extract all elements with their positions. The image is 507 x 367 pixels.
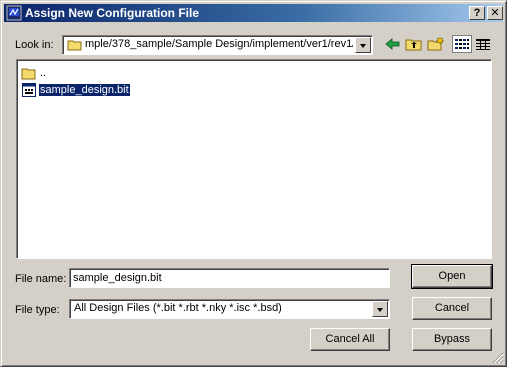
- open-button[interactable]: Open: [411, 264, 493, 289]
- close-button[interactable]: ✕: [487, 6, 503, 20]
- look-in-combo[interactable]: mple/378_sample/Sample Design/implement/…: [62, 35, 373, 55]
- dialog-window: Assign New Configuration File ? ✕ Look i…: [0, 0, 507, 367]
- app-icon: [6, 5, 22, 21]
- window-title: Assign New Configuration File: [25, 6, 200, 20]
- back-arrow-icon[interactable]: [384, 36, 402, 52]
- list-view-icon[interactable]: [452, 35, 472, 53]
- file-list[interactable]: .. sample_design.bit: [16, 59, 492, 259]
- list-item-label: ..: [40, 67, 47, 79]
- bit-file-icon: [22, 83, 36, 97]
- look-in-path: mple/378_sample/Sample Design/implement/…: [85, 38, 353, 50]
- folder-icon: [67, 40, 82, 51]
- file-type-value: All Design Files (*.bit *.rbt *.nky *.is…: [74, 302, 282, 314]
- resize-grip-icon[interactable]: [492, 352, 504, 364]
- cancel-all-button[interactable]: Cancel All: [310, 328, 390, 351]
- file-type-dropdown-button[interactable]: [372, 301, 388, 317]
- new-folder-icon[interactable]: [427, 36, 445, 52]
- title-bar[interactable]: Assign New Configuration File ? ✕: [4, 4, 503, 22]
- list-item-label: sample_design.bit: [38, 83, 131, 97]
- help-button[interactable]: ?: [469, 6, 485, 20]
- bypass-button[interactable]: Bypass: [412, 328, 492, 351]
- folder-icon: [21, 68, 36, 80]
- file-name-input[interactable]: [69, 268, 390, 288]
- cancel-button[interactable]: Cancel: [412, 297, 492, 320]
- file-name-label: File name:: [15, 273, 67, 285]
- up-folder-icon[interactable]: [405, 36, 423, 52]
- look-in-label: Look in:: [15, 39, 54, 51]
- file-type-select[interactable]: All Design Files (*.bit *.rbt *.nky *.is…: [69, 299, 390, 319]
- details-view-icon[interactable]: [474, 36, 492, 52]
- file-type-label: File type:: [15, 304, 60, 316]
- look-in-dropdown-button[interactable]: [355, 37, 371, 53]
